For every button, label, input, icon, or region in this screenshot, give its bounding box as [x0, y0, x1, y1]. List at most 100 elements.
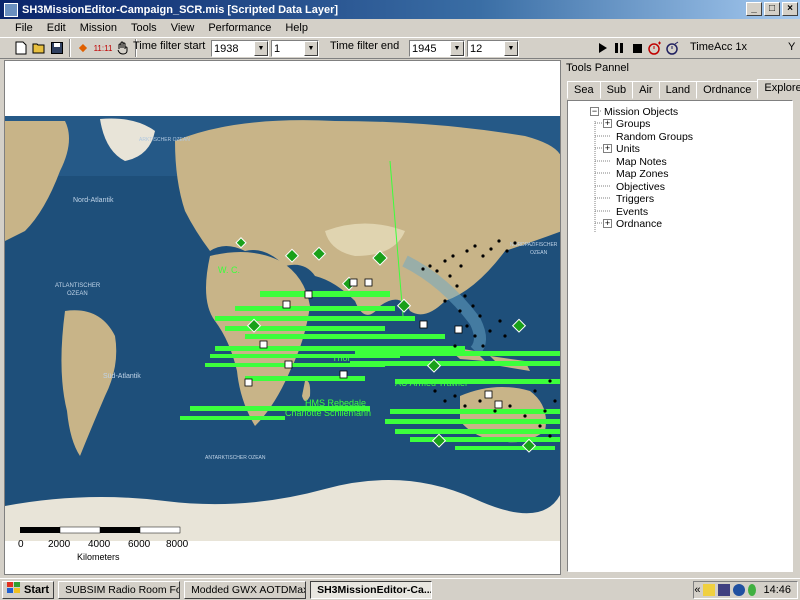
- start-button[interactable]: Start: [2, 580, 55, 599]
- tab-sea[interactable]: Sea: [567, 81, 601, 99]
- tree-item-units[interactable]: Units: [616, 143, 640, 155]
- collapse-icon[interactable]: −: [590, 107, 599, 116]
- toolbar: ⬥ 11:11 TimeAcc 1x Y: [0, 37, 800, 59]
- open-folder-icon[interactable]: [30, 39, 48, 57]
- end-year-value: 1945: [412, 42, 437, 55]
- tree-item-objectives[interactable]: Objectives: [616, 181, 665, 193]
- tab-sub[interactable]: Sub: [599, 81, 634, 99]
- windows-logo-icon: [7, 582, 21, 597]
- taskbar-item-mission-editor-label: SH3MissionEditor-Ca...: [317, 583, 433, 596]
- chevron-down-icon[interactable]: ▼: [304, 41, 318, 56]
- taskbar-item-subsim[interactable]: SUBSIM Radio Room For...: [58, 580, 181, 599]
- tools-panel: Tools Pannel Sea Sub Air Land Ordnance E…: [563, 60, 800, 575]
- clock[interactable]: 14:46: [763, 584, 791, 596]
- messenger-tray-icon[interactable]: [748, 584, 757, 596]
- taskbar-item-subsim-label: SUBSIM Radio Room For...: [65, 583, 179, 596]
- tree-item-events[interactable]: Events: [616, 206, 648, 218]
- svg-text:OZEAN: OZEAN: [530, 250, 548, 256]
- explorer-tree[interactable]: − Mission Objects + Groups Random Groups…: [567, 100, 793, 572]
- record-timer-icon[interactable]: [646, 39, 664, 57]
- unit-label-thor: Thor: [332, 353, 351, 363]
- menu-file[interactable]: File: [8, 22, 40, 34]
- network-tray-icon[interactable]: [718, 584, 731, 596]
- time-display[interactable]: 11:11: [92, 39, 114, 57]
- scale-tick-6000: 6000: [128, 539, 151, 550]
- tree-item-ordnance[interactable]: Ordnance: [616, 218, 662, 230]
- window-title: SH3MissionEditor-Campaign_SCR.mis [Scrip…: [22, 3, 339, 16]
- start-month-value: 1: [274, 42, 281, 55]
- timeacc-label: TimeAcc 1x: [690, 41, 748, 53]
- start-year-select[interactable]: 1938 ▼: [211, 40, 269, 57]
- tree-item-groups[interactable]: Groups: [616, 118, 650, 130]
- tree-item-random-groups[interactable]: Random Groups: [616, 131, 693, 143]
- start-year-value: 1938: [214, 42, 239, 55]
- system-tray: « 14:46: [693, 581, 798, 599]
- menu-tools[interactable]: Tools: [124, 22, 164, 34]
- pause-icon[interactable]: [610, 39, 628, 57]
- unit-label-top: W. C.: [218, 265, 240, 275]
- stop-icon[interactable]: [628, 39, 646, 57]
- timer-icon[interactable]: [664, 39, 682, 57]
- new-file-icon[interactable]: [12, 39, 30, 57]
- chevron-down-icon[interactable]: ▼: [450, 41, 464, 56]
- start-month-select[interactable]: 1 ▼: [271, 40, 319, 57]
- north-pacific-label: NORDPAZIFISCHER: [510, 242, 558, 248]
- taskbar-item-folder[interactable]: Modded GWX AOTDMax: [184, 580, 307, 599]
- save-icon[interactable]: [48, 39, 66, 57]
- tab-ordnance[interactable]: Ordnance: [696, 81, 759, 99]
- y-label: Y: [788, 41, 796, 53]
- expand-icon[interactable]: +: [603, 119, 612, 128]
- scale-tick-8000: 8000: [166, 539, 189, 550]
- map-canvas[interactable]: ARKTISCHER OZEAN Nord-Atlantik ATLANTISC…: [4, 60, 561, 575]
- unit-marker-icon[interactable]: ⬥: [74, 39, 92, 57]
- tools-tabs: Sea Sub Air Land Ordnance Explorer: [567, 79, 800, 99]
- tray-chevron-icon[interactable]: «: [694, 584, 700, 596]
- tree-item-triggers[interactable]: Triggers: [616, 193, 654, 205]
- scale-tick-2000: 2000: [48, 539, 71, 550]
- north-atlantic-label: Nord-Atlantik: [73, 197, 114, 204]
- tools-panel-title: Tools Pannel: [566, 62, 629, 74]
- menu-edit[interactable]: Edit: [40, 22, 73, 34]
- atlantic-ocean-label: ATLANTISCHER: [55, 283, 101, 289]
- maximize-button[interactable]: □: [764, 2, 780, 16]
- close-button[interactable]: ×: [782, 2, 798, 16]
- taskbar-item-mission-editor[interactable]: SH3MissionEditor-Ca...: [310, 580, 433, 599]
- tree-root-mission-objects[interactable]: Mission Objects: [604, 106, 678, 118]
- menu-help[interactable]: Help: [278, 22, 315, 34]
- arctic-ocean-label: ARKTISCHER OZEAN: [139, 137, 190, 143]
- time-filter-end-label: Time filter end: [330, 40, 400, 52]
- tab-land[interactable]: Land: [658, 81, 698, 99]
- scale-tick-4000: 4000: [88, 539, 111, 550]
- svg-text:OZEAN: OZEAN: [67, 291, 88, 297]
- taskbar: Start SUBSIM Radio Room For... Modded GW…: [0, 578, 800, 600]
- chevron-down-icon[interactable]: ▼: [254, 41, 268, 56]
- tree-item-map-zones[interactable]: Map Zones: [616, 168, 669, 180]
- taskbar-item-folder-label: Modded GWX AOTDMax: [191, 583, 307, 596]
- expand-icon[interactable]: +: [603, 219, 612, 228]
- hand-tray-icon[interactable]: [703, 584, 716, 596]
- menu-bar: File Edit Mission Tools View Performance…: [0, 19, 800, 37]
- start-label: Start: [24, 583, 50, 596]
- expand-icon[interactable]: +: [603, 144, 612, 153]
- globe-tray-icon[interactable]: [733, 584, 746, 596]
- scale-tick-0: 0: [18, 539, 24, 550]
- time-filter-start-label: Time filter start: [133, 40, 206, 52]
- minimize-button[interactable]: _: [746, 2, 762, 16]
- menu-view[interactable]: View: [164, 22, 202, 34]
- scale-unit-label: Kilometers: [77, 552, 120, 562]
- menu-performance[interactable]: Performance: [201, 22, 278, 34]
- hand-pan-icon[interactable]: [114, 39, 132, 57]
- tree-item-map-notes[interactable]: Map Notes: [616, 156, 667, 168]
- chevron-down-icon[interactable]: ▼: [504, 41, 518, 56]
- unit-label-trawler: AU Armed Trawler: [395, 378, 468, 388]
- tab-air[interactable]: Air: [632, 81, 660, 99]
- unit-label-charlotte: Charlotte Schliemann: [285, 408, 371, 418]
- end-year-select[interactable]: 1945 ▼: [409, 40, 465, 57]
- south-atlantic-label: Süd-Atlantik: [103, 373, 141, 380]
- app-icon: [4, 2, 18, 17]
- end-month-select[interactable]: 12 ▼: [467, 40, 519, 57]
- tab-explorer[interactable]: Explorer: [757, 79, 800, 99]
- end-month-value: 12: [470, 42, 483, 55]
- antarctic-ocean-label: ANTARKTISCHER OZEAN: [205, 455, 266, 461]
- menu-mission[interactable]: Mission: [73, 22, 124, 34]
